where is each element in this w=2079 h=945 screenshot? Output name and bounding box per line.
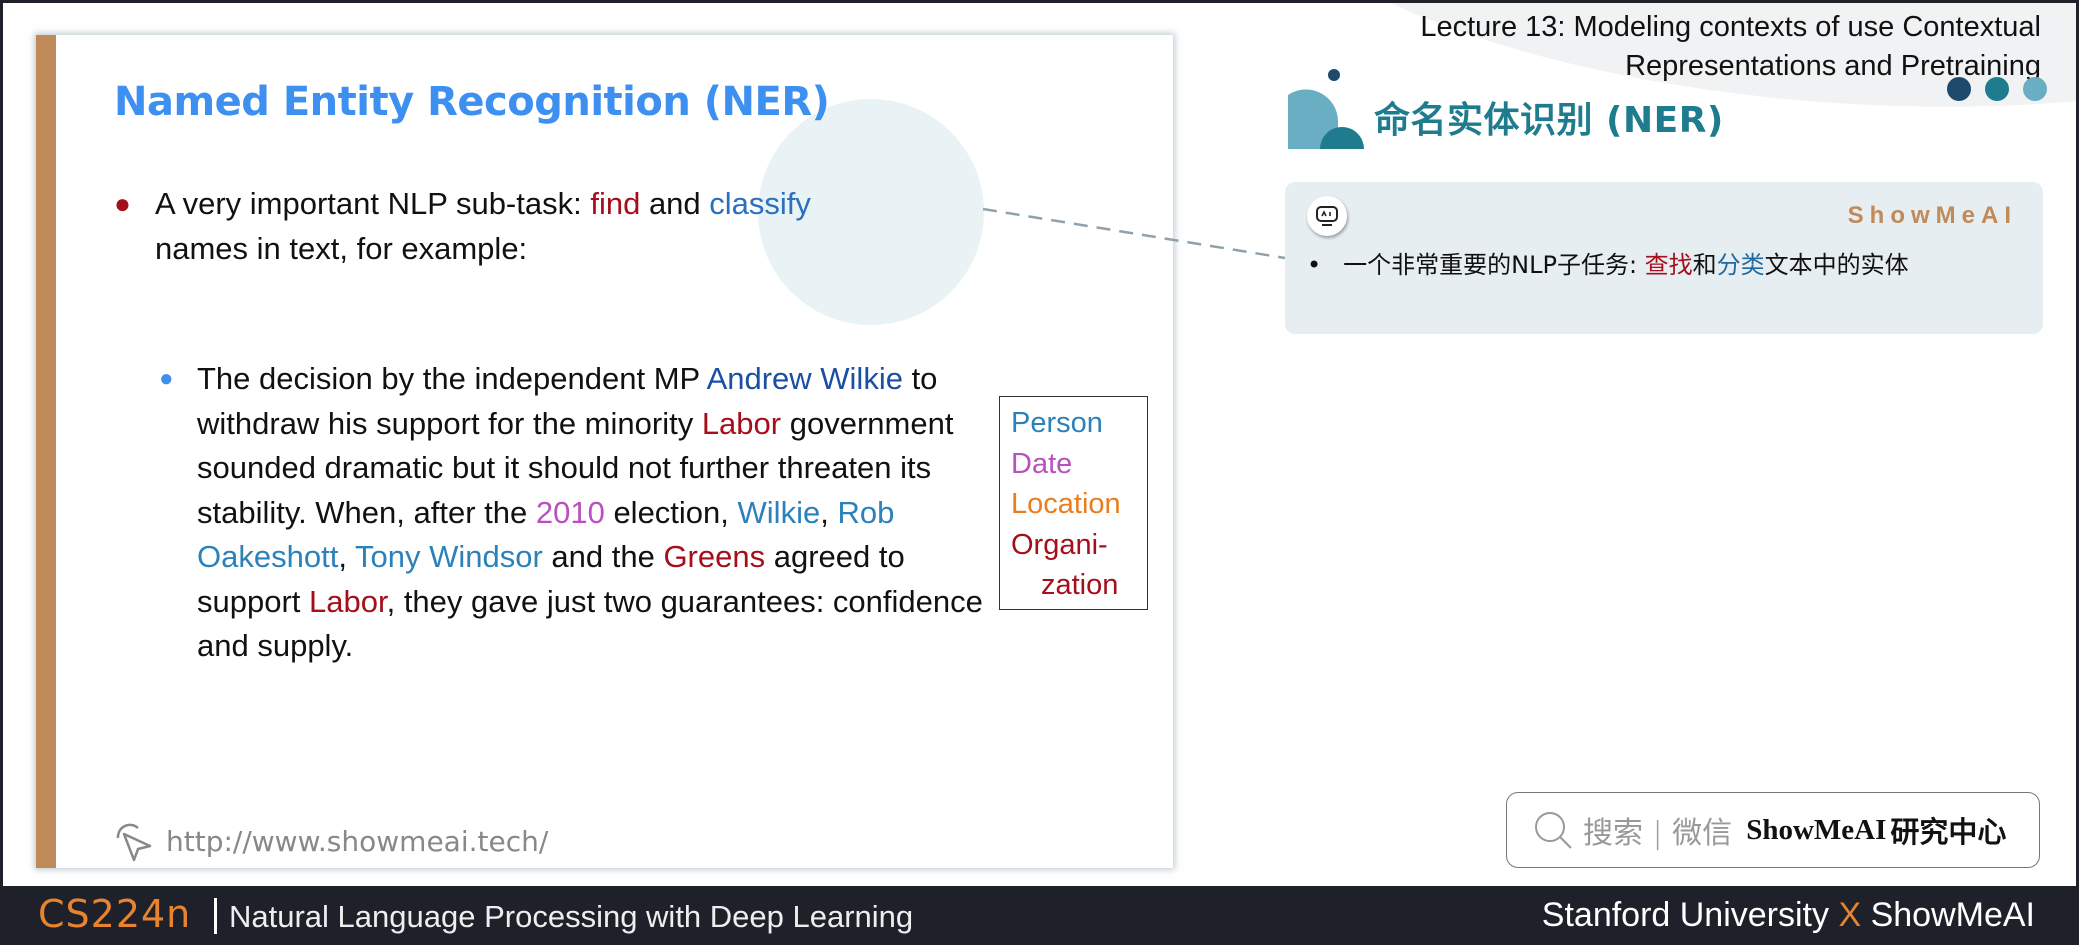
lecture-title-line1: Lecture 13: Modeling contexts of use Con… xyxy=(1420,11,2041,43)
course-name: Natural Language Processing with Deep Le… xyxy=(229,899,914,934)
entity-organization: Labor xyxy=(309,583,387,619)
course-code: CS224n xyxy=(38,892,192,936)
keyword-find-cn: 查找 xyxy=(1644,251,1693,279)
bullet-text: and xyxy=(640,186,710,221)
dot-teal xyxy=(1985,77,2009,101)
bullet-text: names in text, for example: xyxy=(155,231,528,266)
legend-organization: Organi- xyxy=(1011,528,1108,561)
bullet-dot-icon: ● xyxy=(159,365,174,392)
entity-person: Wilkie xyxy=(737,494,821,530)
entity-organization: Greens xyxy=(663,539,766,574)
heading-decoration-icon xyxy=(1288,69,1364,149)
slide-card: Named Entity Recognition (NER) ● A very … xyxy=(36,35,1173,868)
entity-legend: Person Date Location Organi- zation xyxy=(999,396,1148,610)
wechat-search-box[interactable]: 搜索 | 微信 ShowMeAI 研究中心 xyxy=(1506,792,2040,868)
bullet-dot-icon: • xyxy=(1307,251,1322,279)
example-text: The decision by the independent MP xyxy=(197,361,707,396)
bullet-dot-icon: ● xyxy=(114,188,131,219)
annotation-card: ShowMeAI • 一个非常重要的NLP子任务: 查找和分类文本中的实体 xyxy=(1285,182,2043,334)
bullet-text: A very important NLP sub-task: xyxy=(155,186,591,221)
entity-date: 2010 xyxy=(535,494,605,530)
legend-location: Location xyxy=(1011,488,1121,520)
search-icon xyxy=(1535,812,1572,849)
website-url[interactable]: http://www.showmeai.tech/ xyxy=(166,825,548,858)
website-link[interactable]: http://www.showmeai.tech/ xyxy=(110,816,548,866)
section-heading: 命名实体识别 (NER) xyxy=(1374,100,1724,141)
card-brand-label: ShowMeAI xyxy=(1847,202,2017,229)
card-text: 一个非常重要的NLP子任务: xyxy=(1343,251,1645,279)
partner-showmeai: ShowMeAI xyxy=(1861,896,2035,934)
footer-bar: CS224n Natural Language Processing with … xyxy=(0,886,2079,945)
slide-title: Named Entity Recognition (NER) xyxy=(114,79,830,125)
page-canvas: Named Entity Recognition (NER) ● A very … xyxy=(3,3,2076,886)
example-text: election, xyxy=(604,494,738,530)
search-brand-cn: 研究中心 xyxy=(1890,815,2007,849)
keyword-classify: classify xyxy=(709,186,811,221)
entity-person: Andrew Wilkie xyxy=(706,361,903,396)
example-text: and the xyxy=(542,539,664,574)
bullet-ner-definition: ● A very important NLP sub-task: find an… xyxy=(114,181,874,271)
legend-organization-cont: zation xyxy=(1041,569,1119,601)
search-hint: 搜索 | 微信 xyxy=(1583,816,1733,851)
bullet-example: ● The decision by the independent MP And… xyxy=(159,357,999,669)
legend-person: Person xyxy=(1011,407,1103,439)
dot-dark xyxy=(1947,77,1971,101)
legend-date: Date xyxy=(1011,447,1073,480)
footer-divider xyxy=(214,898,217,934)
cursor-click-icon xyxy=(116,823,152,862)
card-bullet: • 一个非常重要的NLP子任务: 查找和分类文本中的实体 xyxy=(1307,245,1909,280)
entity-person: Tony Windsor xyxy=(354,539,543,574)
example-text: , xyxy=(820,494,838,530)
dot-light xyxy=(2023,77,2047,101)
partner-stanford: Stanford University xyxy=(1541,896,1839,934)
keyword-classify-cn: 分类 xyxy=(1716,251,1765,279)
example-paragraph: The decision by the independent MP Andre… xyxy=(197,357,999,669)
decorative-dots xyxy=(1947,77,2047,101)
lecture-title: Lecture 13: Modeling contexts of use Con… xyxy=(1420,8,2041,86)
partner-credit: Stanford University X ShowMeAI xyxy=(1542,896,2035,935)
slide-accent-bar xyxy=(36,35,56,868)
partner-x: X xyxy=(1838,896,1862,934)
search-brand: ShowMeAI xyxy=(1746,813,1887,846)
keyword-find: find xyxy=(590,186,641,221)
example-text: , xyxy=(338,539,355,574)
entity-organization: Labor xyxy=(701,405,782,441)
card-text: 文本中的实体 xyxy=(1764,251,1909,279)
card-text: 和 xyxy=(1692,251,1717,279)
ai-robot-icon xyxy=(1307,196,1347,236)
